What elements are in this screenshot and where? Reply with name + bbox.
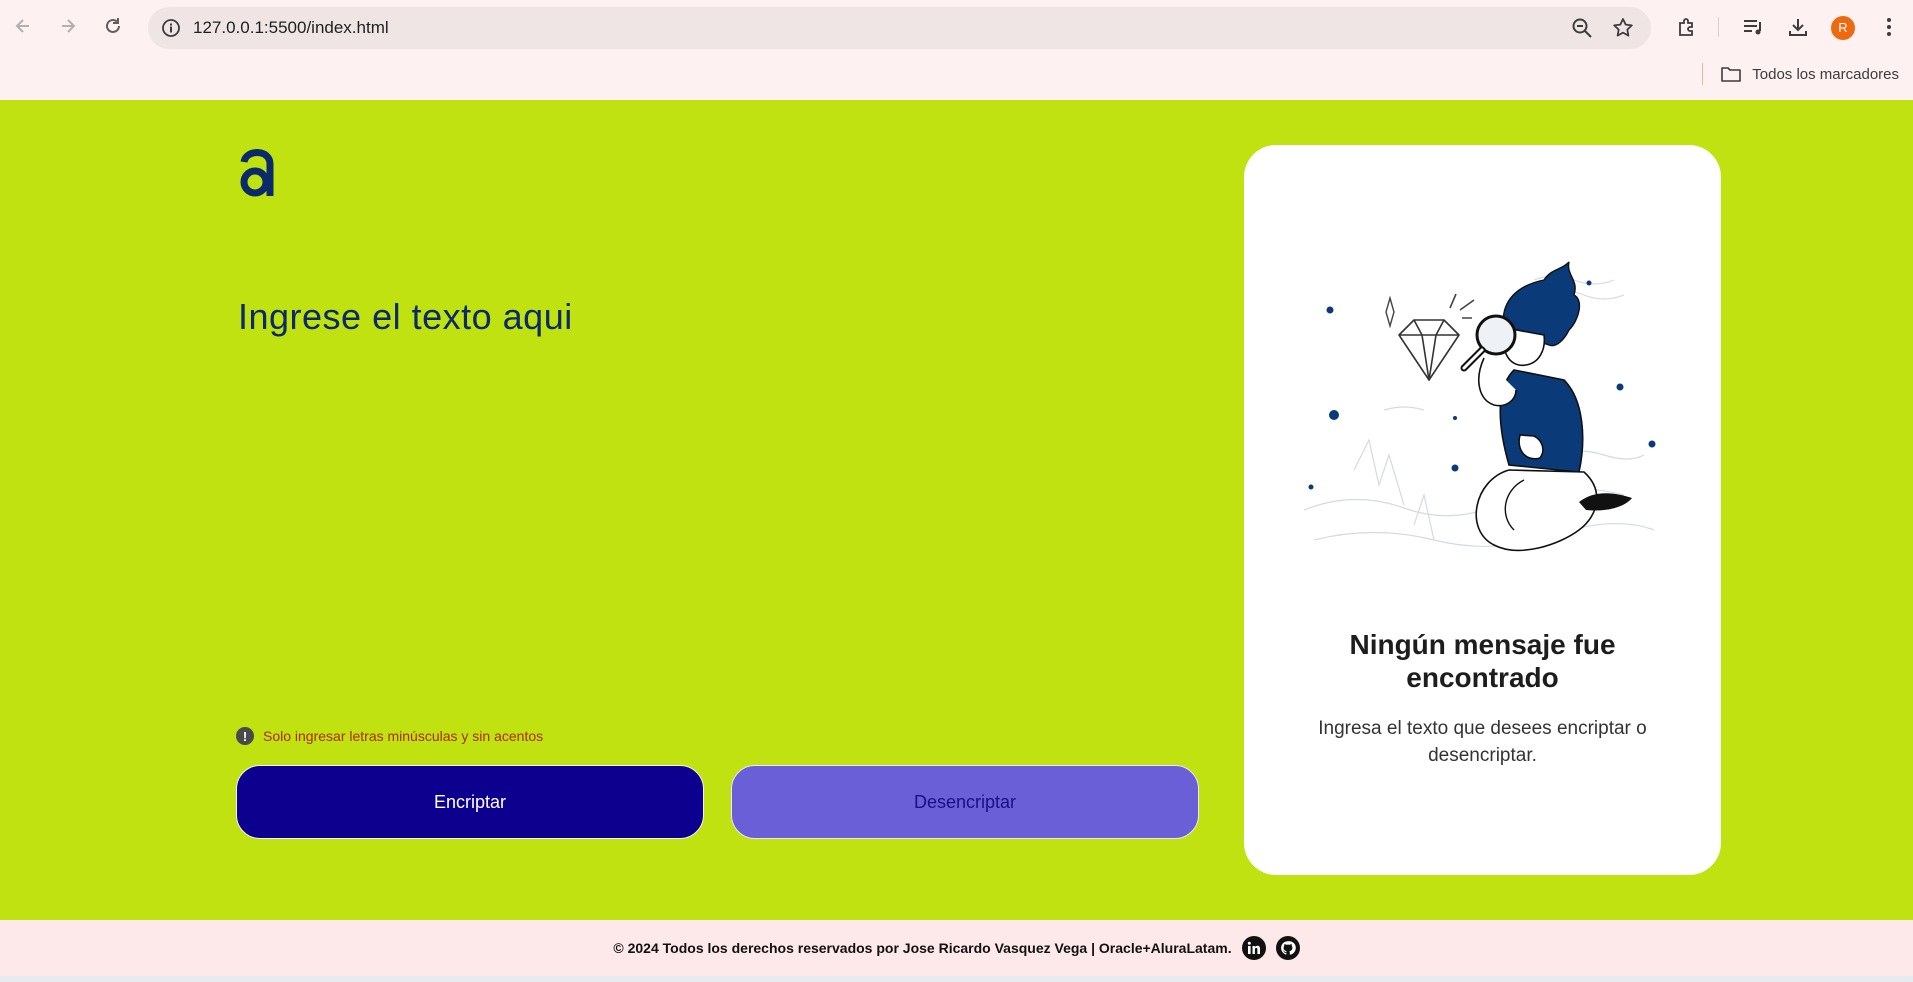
browser-chrome: 127.0.0.1:5500/index.html R Todos los ma… xyxy=(0,0,1913,100)
bookmarks-separator xyxy=(1702,63,1703,85)
input-warning: ! Solo ingresar letras minúsculas y sin … xyxy=(236,726,543,746)
footer-copyright: © 2024 Todos los derechos reservados por… xyxy=(613,940,1232,956)
no-message-title: Ningún mensaje fue encontrado xyxy=(1349,629,1616,693)
toolbar-separator xyxy=(1718,17,1719,37)
no-message-subtitle: Ingresa el texto que desees encriptar o … xyxy=(1318,718,1647,766)
person-with-magnifier-illustration xyxy=(1294,240,1674,610)
footer: © 2024 Todos los derechos reservados por… xyxy=(0,920,1913,976)
bookmark-star-icon[interactable] xyxy=(1611,16,1635,40)
folder-icon xyxy=(1721,67,1742,82)
encrypt-button[interactable]: Encriptar xyxy=(236,765,704,839)
arrow-left-icon xyxy=(15,19,29,33)
text-input-area[interactable]: Ingrese el texto aqui xyxy=(238,296,573,338)
profile-avatar[interactable]: R xyxy=(1831,16,1855,40)
forward-button[interactable] xyxy=(52,10,84,42)
media-queue-icon[interactable] xyxy=(1739,13,1767,41)
alert-icon: ! xyxy=(236,727,254,745)
site-info-icon[interactable] xyxy=(158,15,184,41)
window-bottom-edge xyxy=(0,976,1913,982)
all-bookmarks-button[interactable]: Todos los marcadores xyxy=(1720,62,1899,86)
bookmarks-label: Todos los marcadores xyxy=(1752,65,1899,83)
url-text[interactable]: 127.0.0.1:5500/index.html xyxy=(193,7,389,49)
reload-button[interactable] xyxy=(97,10,129,42)
zoom-icon[interactable] xyxy=(1570,16,1594,40)
warning-text: Solo ingresar letras minúsculas y sin ac… xyxy=(263,728,544,744)
arrow-right-icon xyxy=(62,19,76,33)
alura-logo-icon xyxy=(238,144,276,200)
github-icon[interactable] xyxy=(1275,936,1300,960)
page-content: Ingrese el texto aqui ! Solo ingresar le… xyxy=(0,100,1913,920)
decrypt-button[interactable]: Desencriptar xyxy=(731,765,1199,839)
download-icon[interactable] xyxy=(1784,13,1812,41)
result-panel: Ningún mensaje fue encontrado Ingresa el… xyxy=(1244,145,1721,875)
reload-icon xyxy=(106,18,120,33)
back-button[interactable] xyxy=(7,10,39,42)
kebab-menu-icon[interactable] xyxy=(1875,13,1903,41)
extensions-icon[interactable] xyxy=(1673,13,1701,41)
address-bar[interactable]: 127.0.0.1:5500/index.html xyxy=(148,7,1651,49)
linkedin-icon[interactable] xyxy=(1241,936,1266,960)
